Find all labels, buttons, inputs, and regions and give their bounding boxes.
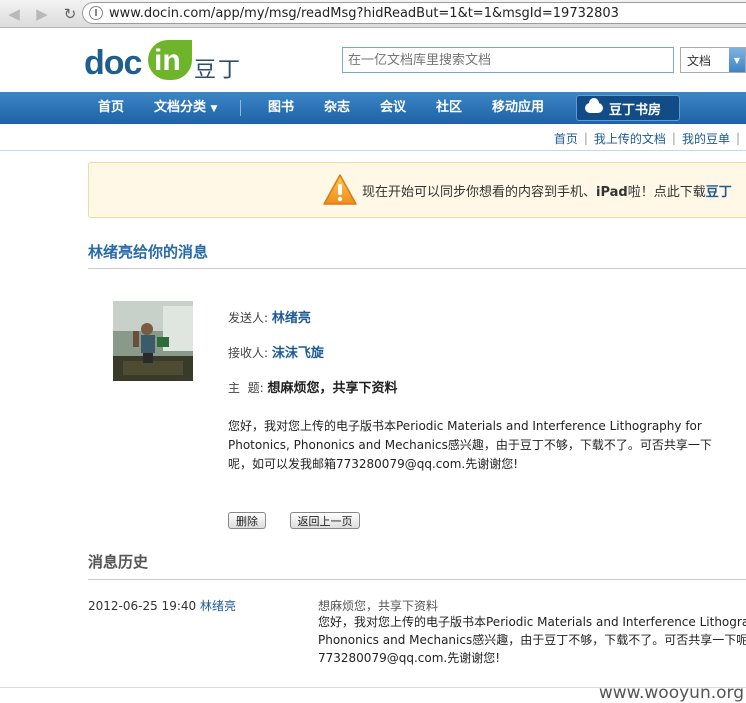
address-bar[interactable]: www.docin.com/app/my/msg/readMsg?hidRead… [82, 2, 746, 24]
browser-toolbar: ◀ ▶ ↻ www.docin.com/app/my/msg/readMsg?h… [0, 0, 746, 28]
docin-logo[interactable]: doc in 豆丁 [84, 38, 244, 84]
nav-item-categories-label: 文档分类 [154, 100, 207, 115]
nav-item-community[interactable]: 社区 [436, 92, 462, 124]
forward-arrow-icon[interactable]: ▶ [32, 4, 52, 24]
recipient-label: 接收人: [228, 346, 269, 360]
nav-item-categories[interactable]: 文档分类 ▼ [154, 92, 217, 124]
main-nav: 首页 文档分类 ▼ 图书 杂志 会议 社区 移动应用 豆丁书房 [0, 92, 746, 124]
history-sender-link[interactable]: 林绪亮 [200, 599, 236, 613]
subnav-my-beans-link[interactable]: 我的豆单 [682, 130, 730, 147]
notice-text-part2: 啦！点此下载 [627, 185, 706, 200]
logo-chinese-text: 豆丁 [194, 58, 243, 83]
user-subnav: 首页 | 我上传的文档 | 我的豆单 | [554, 128, 746, 148]
subject-value: 想麻烦您，共享下资料 [267, 381, 398, 396]
notice-download-link[interactable]: 豆丁 [706, 185, 732, 200]
book-store-label: 豆丁书房 [609, 102, 662, 118]
nav-item-magazines[interactable]: 杂志 [324, 92, 350, 124]
avatar[interactable] [113, 301, 193, 381]
notice-text: 现在开始可以同步你想看的内容到手机、iPad啦！点此下载豆丁 [362, 181, 732, 200]
book-store-button[interactable]: 豆丁书房 [576, 95, 680, 121]
history-meta: 2012-06-25 19:40 林绪亮 [88, 597, 236, 614]
subnav-separator: | [735, 131, 740, 145]
subject-label: 主 题: [228, 381, 264, 395]
caret-down-icon: ▼ [210, 104, 218, 114]
history-date: 2012-06-25 19:40 [88, 599, 197, 613]
cloud-icon [585, 98, 603, 113]
subnav-divider [0, 150, 746, 151]
nav-item-home[interactable]: 首页 [98, 92, 124, 124]
history-subject: 想麻烦您，共享下资料 [318, 599, 439, 613]
search-type-value: 文档 [687, 53, 712, 68]
notice-text-part1: 现在开始可以同步你想看的内容到手机、 [362, 185, 597, 200]
chevron-down-icon[interactable]: ▼ [729, 48, 745, 72]
history-title: 消息历史 [88, 553, 149, 571]
watermark: www.wooyun.org [598, 683, 744, 703]
history-body-line: Phononics and Mechanics感兴趣，由于豆丁不够，下载不了。可… [318, 633, 746, 647]
search-type-select[interactable]: 文档 ▼ [680, 47, 746, 73]
logo-doc-text: doc [84, 44, 142, 82]
notice-banner: 现在开始可以同步你想看的内容到手机、iPad啦！点此下载豆丁 [88, 162, 746, 218]
back-arrow-icon[interactable]: ◀ [4, 4, 24, 24]
sender-label: 发送人: [228, 311, 269, 325]
sender-field: 发送人: 林绪亮 [228, 307, 311, 326]
message-title: 林绪亮给你的消息 [88, 243, 209, 261]
nav-item-mobile[interactable]: 移动应用 [492, 92, 544, 124]
search-input[interactable] [342, 47, 674, 73]
warning-icon [323, 174, 357, 205]
url-text[interactable]: www.docin.com/app/my/msg/readMsg?hidRead… [109, 6, 619, 21]
notice-ipad: iPad [596, 185, 628, 200]
section-divider [88, 268, 746, 269]
recipient-field: 接收人: 沫沫飞旋 [228, 342, 324, 361]
subnav-separator: | [671, 131, 676, 145]
page-info-icon[interactable] [89, 6, 103, 20]
back-button[interactable]: 返回上一页 [290, 512, 360, 529]
history-body: 您好，我对您上传的电子版书本Periodic Materials and Int… [318, 613, 746, 667]
sender-link[interactable]: 林绪亮 [272, 311, 311, 326]
history-body-line: 773280079@qq.com.先谢谢您! [318, 651, 501, 665]
subnav-my-docs-link[interactable]: 我上传的文档 [594, 130, 666, 147]
history-divider [88, 579, 746, 580]
nav-item-conferences[interactable]: 会议 [380, 92, 406, 124]
nav-item-books[interactable]: 图书 [268, 92, 294, 124]
subnav-home-link[interactable]: 首页 [554, 130, 578, 147]
reload-icon[interactable]: ↻ [60, 4, 80, 24]
history-body-line: 您好，我对您上传的电子版书本Periodic Materials and Int… [318, 615, 746, 629]
subnav-separator: | [583, 131, 588, 145]
subject-field: 主 题: 想麻烦您，共享下资料 [228, 377, 398, 396]
logo-in-text: in [154, 44, 181, 77]
recipient-link[interactable]: 沫沫飞旋 [272, 346, 324, 361]
nav-divider [240, 100, 241, 116]
delete-button[interactable]: 删除 [228, 512, 266, 529]
message-body: 您好，我对您上传的电子版书本Periodic Materials and Int… [228, 419, 712, 471]
